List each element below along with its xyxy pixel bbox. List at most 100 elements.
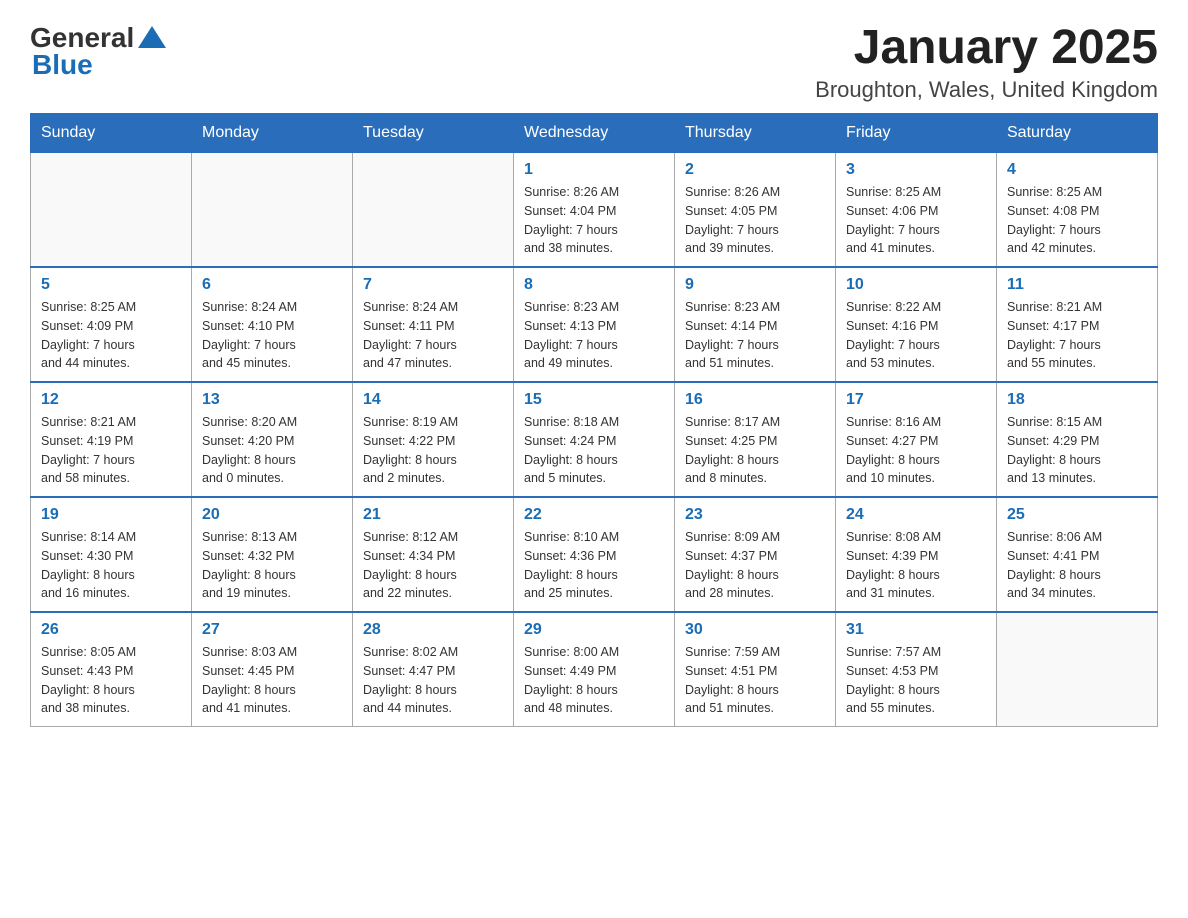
day-info: Sunrise: 8:05 AM Sunset: 4:43 PM Dayligh… bbox=[41, 643, 181, 718]
calendar-cell: 13 Sunrise: 8:20 AM Sunset: 4:20 PM Dayli… bbox=[192, 382, 353, 497]
calendar-cell: 26 Sunrise: 8:05 AM Sunset: 4:43 PM Dayli… bbox=[31, 612, 192, 727]
calendar-cell: 22 Sunrise: 8:10 AM Sunset: 4:36 PM Dayli… bbox=[514, 497, 675, 612]
weekday-header-thursday: Thursday bbox=[675, 114, 836, 153]
day-info: Sunrise: 8:03 AM Sunset: 4:45 PM Dayligh… bbox=[202, 643, 342, 718]
day-info: Sunrise: 7:59 AM Sunset: 4:51 PM Dayligh… bbox=[685, 643, 825, 718]
weekday-header-monday: Monday bbox=[192, 114, 353, 153]
day-number: 4 bbox=[1007, 161, 1147, 179]
calendar-cell bbox=[192, 153, 353, 268]
day-number: 2 bbox=[685, 161, 825, 179]
week-row-4: 19 Sunrise: 8:14 AM Sunset: 4:30 PM Dayli… bbox=[31, 497, 1158, 612]
day-info: Sunrise: 8:25 AM Sunset: 4:08 PM Dayligh… bbox=[1007, 183, 1147, 258]
calendar-cell: 17Sunrise: 8:16 AM Sunset: 4:27 PM Dayli… bbox=[836, 382, 997, 497]
day-number: 11 bbox=[1007, 276, 1147, 294]
calendar-cell: 25 Sunrise: 8:06 AM Sunset: 4:41 PM Dayli… bbox=[997, 497, 1158, 612]
logo-triangle-icon bbox=[138, 24, 166, 50]
calendar-cell bbox=[353, 153, 514, 268]
day-number: 20 bbox=[202, 506, 342, 524]
day-number: 30 bbox=[685, 621, 825, 639]
day-info: Sunrise: 8:12 AM Sunset: 4:34 PM Dayligh… bbox=[363, 528, 503, 603]
day-number: 21 bbox=[363, 506, 503, 524]
day-info: Sunrise: 8:02 AM Sunset: 4:47 PM Dayligh… bbox=[363, 643, 503, 718]
calendar-cell: 23Sunrise: 8:09 AM Sunset: 4:37 PM Dayli… bbox=[675, 497, 836, 612]
calendar-cell: 4 Sunrise: 8:25 AM Sunset: 4:08 PM Daylig… bbox=[997, 153, 1158, 268]
day-number: 9 bbox=[685, 276, 825, 294]
day-info: Sunrise: 8:25 AM Sunset: 4:06 PM Dayligh… bbox=[846, 183, 986, 258]
day-number: 26 bbox=[41, 621, 181, 639]
title-block: January 2025 Broughton, Wales, United Ki… bbox=[815, 20, 1158, 103]
day-number: 16 bbox=[685, 391, 825, 409]
calendar-cell: 16 Sunrise: 8:17 AM Sunset: 4:25 PM Dayli… bbox=[675, 382, 836, 497]
day-info: Sunrise: 8:10 AM Sunset: 4:36 PM Dayligh… bbox=[524, 528, 664, 603]
calendar-cell: 19 Sunrise: 8:14 AM Sunset: 4:30 PM Dayli… bbox=[31, 497, 192, 612]
day-info: Sunrise: 8:08 AM Sunset: 4:39 PM Dayligh… bbox=[846, 528, 986, 603]
day-info: Sunrise: 8:06 AM Sunset: 4:41 PM Dayligh… bbox=[1007, 528, 1147, 603]
day-number: 5 bbox=[41, 276, 181, 294]
day-number: 12 bbox=[41, 391, 181, 409]
day-info: Sunrise: 8:26 AM Sunset: 4:05 PM Dayligh… bbox=[685, 183, 825, 258]
weekday-header-wednesday: Wednesday bbox=[514, 114, 675, 153]
page-header: General Blue January 2025 Broughton, Wal… bbox=[30, 20, 1158, 103]
calendar-cell: 29 Sunrise: 8:00 AM Sunset: 4:49 PM Dayli… bbox=[514, 612, 675, 727]
day-info: Sunrise: 8:26 AM Sunset: 4:04 PM Dayligh… bbox=[524, 183, 664, 258]
day-info: Sunrise: 8:16 AM Sunset: 4:27 PM Dayligh… bbox=[846, 413, 986, 488]
calendar-cell: 10Sunrise: 8:22 AM Sunset: 4:16 PM Dayli… bbox=[836, 267, 997, 382]
weekday-header-tuesday: Tuesday bbox=[353, 114, 514, 153]
calendar-cell: 15Sunrise: 8:18 AM Sunset: 4:24 PM Dayli… bbox=[514, 382, 675, 497]
weekday-header-friday: Friday bbox=[836, 114, 997, 153]
calendar-cell: 14Sunrise: 8:19 AM Sunset: 4:22 PM Dayli… bbox=[353, 382, 514, 497]
day-info: Sunrise: 8:20 AM Sunset: 4:20 PM Dayligh… bbox=[202, 413, 342, 488]
calendar-cell: 5 Sunrise: 8:25 AM Sunset: 4:09 PM Daylig… bbox=[31, 267, 192, 382]
week-row-2: 5 Sunrise: 8:25 AM Sunset: 4:09 PM Daylig… bbox=[31, 267, 1158, 382]
day-number: 19 bbox=[41, 506, 181, 524]
weekday-header-sunday: Sunday bbox=[31, 114, 192, 153]
day-info: Sunrise: 8:23 AM Sunset: 4:14 PM Dayligh… bbox=[685, 298, 825, 373]
day-number: 7 bbox=[363, 276, 503, 294]
day-info: Sunrise: 8:13 AM Sunset: 4:32 PM Dayligh… bbox=[202, 528, 342, 603]
day-number: 1 bbox=[524, 161, 664, 179]
calendar-cell: 6 Sunrise: 8:24 AM Sunset: 4:10 PM Daylig… bbox=[192, 267, 353, 382]
calendar-cell: 30 Sunrise: 7:59 AM Sunset: 4:51 PM Dayli… bbox=[675, 612, 836, 727]
day-info: Sunrise: 8:24 AM Sunset: 4:11 PM Dayligh… bbox=[363, 298, 503, 373]
weekday-header-saturday: Saturday bbox=[997, 114, 1158, 153]
day-number: 27 bbox=[202, 621, 342, 639]
calendar-cell: 11 Sunrise: 8:21 AM Sunset: 4:17 PM Dayli… bbox=[997, 267, 1158, 382]
calendar-cell bbox=[31, 153, 192, 268]
calendar-cell: 1 Sunrise: 8:26 AM Sunset: 4:04 PM Daylig… bbox=[514, 153, 675, 268]
week-row-5: 26 Sunrise: 8:05 AM Sunset: 4:43 PM Dayli… bbox=[31, 612, 1158, 727]
day-number: 31 bbox=[846, 621, 986, 639]
calendar-table: SundayMondayTuesdayWednesdayThursdayFrid… bbox=[30, 113, 1158, 727]
day-number: 28 bbox=[363, 621, 503, 639]
day-number: 25 bbox=[1007, 506, 1147, 524]
day-info: Sunrise: 8:00 AM Sunset: 4:49 PM Dayligh… bbox=[524, 643, 664, 718]
calendar-cell: 20 Sunrise: 8:13 AM Sunset: 4:32 PM Dayli… bbox=[192, 497, 353, 612]
day-info: Sunrise: 8:15 AM Sunset: 4:29 PM Dayligh… bbox=[1007, 413, 1147, 488]
calendar-cell: 9 Sunrise: 8:23 AM Sunset: 4:14 PM Daylig… bbox=[675, 267, 836, 382]
day-number: 13 bbox=[202, 391, 342, 409]
day-number: 3 bbox=[846, 161, 986, 179]
day-info: Sunrise: 8:23 AM Sunset: 4:13 PM Dayligh… bbox=[524, 298, 664, 373]
day-info: Sunrise: 8:21 AM Sunset: 4:19 PM Dayligh… bbox=[41, 413, 181, 488]
calendar-cell: 12 Sunrise: 8:21 AM Sunset: 4:19 PM Dayli… bbox=[31, 382, 192, 497]
calendar-cell: 28 Sunrise: 8:02 AM Sunset: 4:47 PM Dayli… bbox=[353, 612, 514, 727]
week-row-1: 1 Sunrise: 8:26 AM Sunset: 4:04 PM Daylig… bbox=[31, 153, 1158, 268]
weekday-header-row: SundayMondayTuesdayWednesdayThursdayFrid… bbox=[31, 114, 1158, 153]
day-info: Sunrise: 8:21 AM Sunset: 4:17 PM Dayligh… bbox=[1007, 298, 1147, 373]
day-info: Sunrise: 8:09 AM Sunset: 4:37 PM Dayligh… bbox=[685, 528, 825, 603]
day-info: Sunrise: 8:18 AM Sunset: 4:24 PM Dayligh… bbox=[524, 413, 664, 488]
day-number: 6 bbox=[202, 276, 342, 294]
calendar-cell: 27 Sunrise: 8:03 AM Sunset: 4:45 PM Dayli… bbox=[192, 612, 353, 727]
calendar-cell: 24Sunrise: 8:08 AM Sunset: 4:39 PM Dayli… bbox=[836, 497, 997, 612]
week-row-3: 12 Sunrise: 8:21 AM Sunset: 4:19 PM Dayli… bbox=[31, 382, 1158, 497]
calendar-cell: 18Sunrise: 8:15 AM Sunset: 4:29 PM Dayli… bbox=[997, 382, 1158, 497]
location-title: Broughton, Wales, United Kingdom bbox=[815, 77, 1158, 103]
day-info: Sunrise: 8:24 AM Sunset: 4:10 PM Dayligh… bbox=[202, 298, 342, 373]
day-number: 14 bbox=[363, 391, 503, 409]
month-title: January 2025 bbox=[815, 20, 1158, 75]
day-info: Sunrise: 8:17 AM Sunset: 4:25 PM Dayligh… bbox=[685, 413, 825, 488]
calendar-cell: 21 Sunrise: 8:12 AM Sunset: 4:34 PM Dayli… bbox=[353, 497, 514, 612]
day-info: Sunrise: 8:14 AM Sunset: 4:30 PM Dayligh… bbox=[41, 528, 181, 603]
day-number: 22 bbox=[524, 506, 664, 524]
day-number: 29 bbox=[524, 621, 664, 639]
day-info: Sunrise: 8:25 AM Sunset: 4:09 PM Dayligh… bbox=[41, 298, 181, 373]
